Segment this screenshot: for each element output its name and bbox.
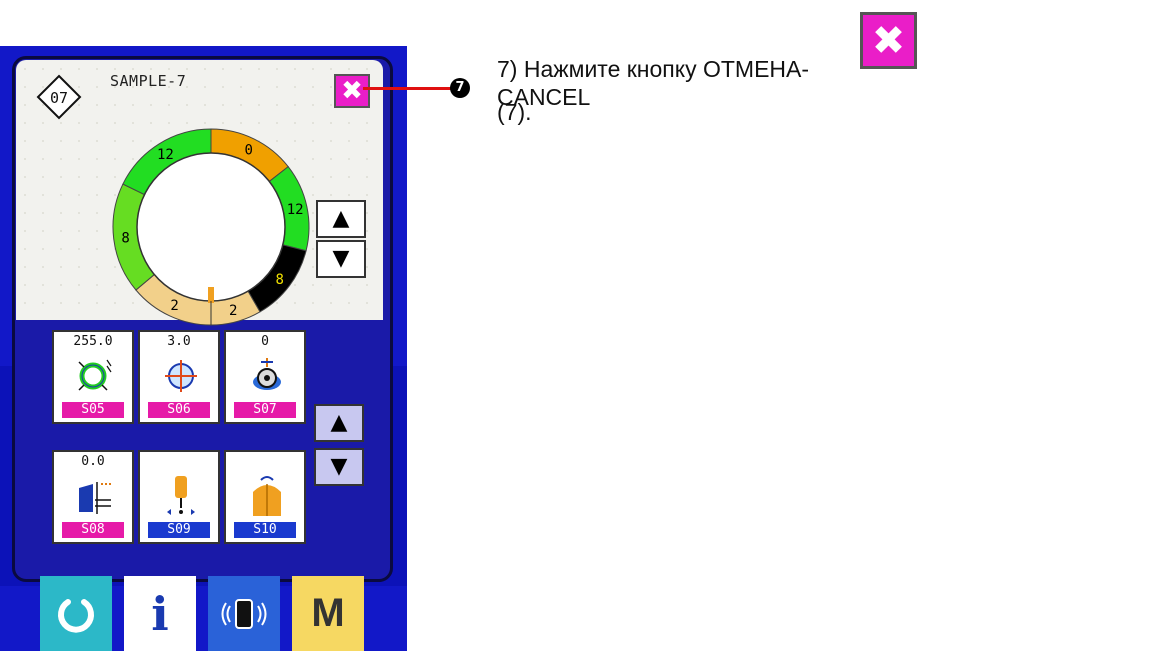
sewing-machine-panel: 07 SAMPLE-7 ✖ 0 12 8 2 2 8 12 ▲ ▼ 255.0 S05 3.…: [0, 46, 407, 651]
param-value: 3.0: [167, 334, 191, 349]
param-scroll-down-button[interactable]: ▼: [314, 448, 364, 486]
communication-icon: [221, 598, 267, 629]
param-code: S06: [148, 402, 210, 418]
stitch-ring-diagram: 0 12 8 2 2 8 12: [112, 128, 310, 326]
down-arrow-icon: ▼: [332, 246, 350, 271]
param-button-s05[interactable]: 255.0 S05: [52, 330, 134, 424]
down-arrow-icon: ▼: [330, 454, 348, 479]
up-arrow-icon: ▲: [330, 410, 348, 435]
cancel-button-illustration: ✖: [860, 12, 917, 69]
param-code: S09: [148, 522, 210, 538]
param-value: 0: [261, 334, 269, 349]
instruction-text: 7) Нажмите кнопку ОТМЕНА-CANCEL: [497, 56, 810, 110]
info-tab[interactable]: i: [124, 576, 196, 651]
param-button-s08[interactable]: 0.0 S08: [52, 450, 134, 544]
info-icon: i: [151, 586, 169, 641]
instruction-text-ref: (7).: [497, 99, 532, 125]
knife-offset-icon: [79, 482, 111, 514]
param-code: S08: [62, 522, 124, 538]
pattern-number-badge: 07: [36, 74, 82, 120]
cancel-button[interactable]: ✖: [334, 74, 370, 108]
param-button-s10[interactable]: S10: [224, 450, 306, 544]
close-icon: ✖: [341, 76, 363, 106]
callout-line: [363, 87, 453, 90]
ring-segment-label: 0: [244, 143, 252, 159]
pattern-name: SAMPLE-7: [110, 72, 187, 90]
close-icon: ✖: [871, 17, 906, 64]
ring-segment-label: 12: [157, 147, 174, 163]
ring-segment-label: 8: [275, 272, 283, 288]
presser-foot-icon: [253, 476, 281, 516]
ring-center: [136, 152, 286, 302]
needle-icon: [167, 476, 195, 515]
param-code: S10: [234, 522, 296, 538]
param-value: 0.0: [81, 454, 105, 469]
ring-segment-label: 12: [287, 202, 304, 218]
ring-segment-label: 8: [121, 230, 129, 246]
param-value: 255.0: [73, 334, 113, 349]
communication-tab[interactable]: [208, 576, 280, 651]
param-code: S05: [62, 402, 124, 418]
ready-circle-icon: [58, 598, 94, 633]
thread-tension-icon: [253, 358, 281, 390]
scroll-up-button[interactable]: ▲: [316, 200, 366, 238]
needle-marker-icon: [208, 287, 214, 303]
ready-tab[interactable]: [40, 576, 112, 651]
up-arrow-icon: ▲: [332, 206, 350, 231]
ring-segment-label: 2: [170, 298, 178, 314]
pattern-display-area: 07 SAMPLE-7 ✖ 0 12 8 2 2 8 12 ▲ ▼: [16, 60, 383, 326]
mode-tab[interactable]: M: [292, 576, 364, 651]
pattern-number: 07: [50, 89, 68, 107]
scroll-down-button[interactable]: ▼: [316, 240, 366, 278]
callout-marker: 7: [450, 78, 470, 98]
param-button-s06[interactable]: 3.0 S06: [138, 330, 220, 424]
cut-length-icon: [78, 359, 112, 391]
param-code: S07: [234, 402, 296, 418]
param-button-s07[interactable]: 0 S07: [224, 330, 306, 424]
param-button-s09[interactable]: S09: [138, 450, 220, 544]
crosshair-position-icon: [165, 360, 197, 392]
mode-icon: M: [311, 591, 345, 635]
param-scroll-up-button[interactable]: ▲: [314, 404, 364, 442]
ring-segment-label: 2: [229, 303, 237, 319]
